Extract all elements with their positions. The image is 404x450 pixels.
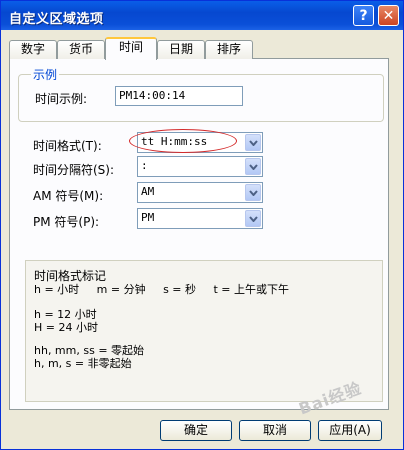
- cancel-button[interactable]: 取消: [239, 420, 311, 441]
- help-button[interactable]: ?: [353, 5, 374, 26]
- window-title: 自定义区域选项: [9, 12, 104, 27]
- pm-symbol-value: PM: [141, 211, 155, 224]
- separator-value: :: [141, 159, 148, 172]
- notation-line-no-leading-zero: h, m, s = 非零起始: [34, 357, 132, 370]
- time-format-dropdown-button[interactable]: [245, 134, 261, 151]
- pm-symbol-label: PM 符号(P):: [33, 215, 100, 229]
- title-bar[interactable]: 自定义区域选项 ? ✕: [1, 1, 403, 30]
- example-value-field: PM14:00:14: [115, 86, 243, 106]
- tab-sort[interactable]: 排序: [205, 40, 253, 59]
- pm-symbol-dropdown-button[interactable]: [245, 210, 261, 227]
- chevron-down-icon: [248, 215, 258, 222]
- tab-number[interactable]: 数字: [9, 40, 57, 59]
- tab-currency[interactable]: 货币: [57, 40, 105, 59]
- am-symbol-combo[interactable]: AM: [137, 182, 263, 203]
- close-button[interactable]: ✕: [378, 5, 399, 26]
- close-icon: ✕: [382, 7, 395, 24]
- notation-line-units: h = 小时 m = 分钟 s = 秒 t = 上午或下午: [34, 283, 290, 296]
- ok-button[interactable]: 确定: [160, 420, 232, 441]
- separator-combo[interactable]: :: [137, 156, 263, 177]
- apply-button[interactable]: 应用(A): [318, 420, 382, 441]
- am-symbol-value: AM: [141, 185, 155, 198]
- tab-date[interactable]: 日期: [157, 40, 205, 59]
- time-format-value: tt H:mm:ss: [141, 135, 208, 148]
- time-format-label: 时间格式(T):: [33, 139, 102, 153]
- example-label: 时间示例:: [35, 92, 88, 106]
- tab-time[interactable]: 时间: [105, 37, 157, 60]
- separator-label: 时间分隔符(S):: [33, 163, 115, 177]
- help-icon: ?: [359, 7, 368, 24]
- separator-dropdown-button[interactable]: [245, 158, 261, 175]
- chevron-down-icon: [248, 163, 258, 170]
- pm-symbol-combo[interactable]: PM: [137, 208, 263, 229]
- am-symbol-label: AM 符号(M):: [33, 189, 104, 203]
- notation-line-24h: H = 24 小时: [34, 321, 98, 334]
- time-format-combo[interactable]: tt H:mm:ss: [137, 132, 263, 153]
- chevron-down-icon: [248, 189, 258, 196]
- am-symbol-dropdown-button[interactable]: [245, 184, 261, 201]
- dialog-window: 自定义区域选项 ? ✕ 数字 货币 时间 日期 排序 示例 时间示例: PM14…: [0, 0, 404, 450]
- format-notation-box: 时间格式标记 h = 小时 m = 分钟 s = 秒 t = 上午或下午 h =…: [25, 260, 383, 402]
- chevron-down-icon: [248, 139, 258, 146]
- example-legend: 示例: [31, 66, 60, 83]
